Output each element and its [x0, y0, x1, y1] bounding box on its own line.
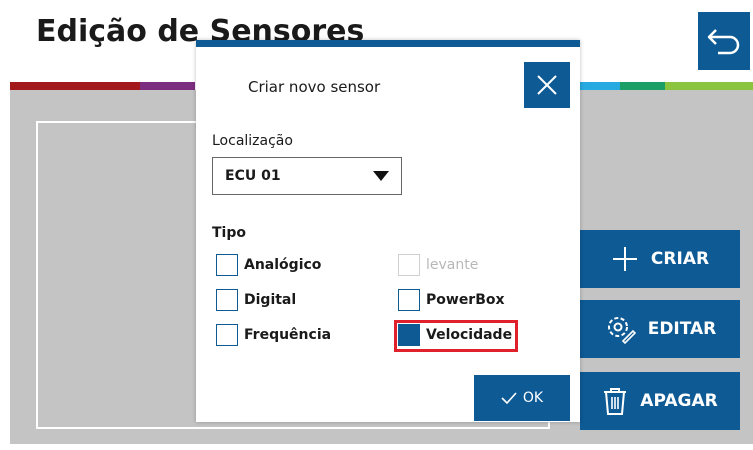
location-select[interactable]: ECU 01 [212, 157, 402, 195]
checkbox-powerbox[interactable] [398, 289, 420, 311]
type-option-powerbox[interactable]: PowerBox [398, 289, 505, 311]
close-button[interactable] [524, 62, 570, 108]
checkbox-digital[interactable] [216, 289, 238, 311]
location-label: Localização [212, 133, 293, 149]
ok-button[interactable]: OK [474, 375, 570, 421]
delete-button-label: APAGAR [640, 391, 718, 411]
type-option-frequencia[interactable]: Frequência [216, 324, 331, 346]
type-option-analogico-label: Analógico [244, 257, 322, 273]
type-option-analogico[interactable]: Analógico [216, 254, 321, 276]
close-icon [537, 75, 557, 95]
type-label: Tipo [212, 225, 246, 241]
type-option-digital[interactable]: Digital [216, 289, 296, 311]
type-option-levante-label: levante [426, 257, 479, 273]
ok-button-label: OK [522, 390, 544, 406]
delete-button[interactable]: APAGAR [580, 372, 740, 430]
back-button[interactable] [698, 12, 750, 70]
create-sensor-dialog: Criar novo sensor Localização ECU 01 Tip… [196, 40, 580, 422]
type-option-levante: levante [398, 254, 478, 276]
edit-button-label: EDITAR [647, 319, 717, 339]
checkbox-levante [398, 254, 420, 276]
caret-down-icon [373, 171, 389, 181]
location-select-value: ECU 01 [225, 168, 281, 184]
trash-icon [604, 388, 627, 415]
type-option-powerbox-label: PowerBox [426, 292, 505, 308]
selection-highlight [394, 320, 518, 352]
create-button[interactable]: CRIAR [580, 230, 740, 288]
gear-pencil-icon [607, 317, 636, 345]
dialog-title: Criar novo sensor [248, 78, 381, 96]
checkbox-frequencia[interactable] [216, 324, 238, 346]
checkbox-analogico[interactable] [216, 254, 238, 276]
plus-icon [612, 247, 637, 271]
undo-arrow-icon [707, 29, 740, 55]
edit-button[interactable]: EDITAR [580, 300, 740, 358]
check-icon [501, 392, 517, 404]
type-option-digital-label: Digital [244, 292, 297, 308]
create-button-label: CRIAR [650, 249, 710, 269]
type-option-frequencia-label: Frequência [244, 327, 332, 343]
